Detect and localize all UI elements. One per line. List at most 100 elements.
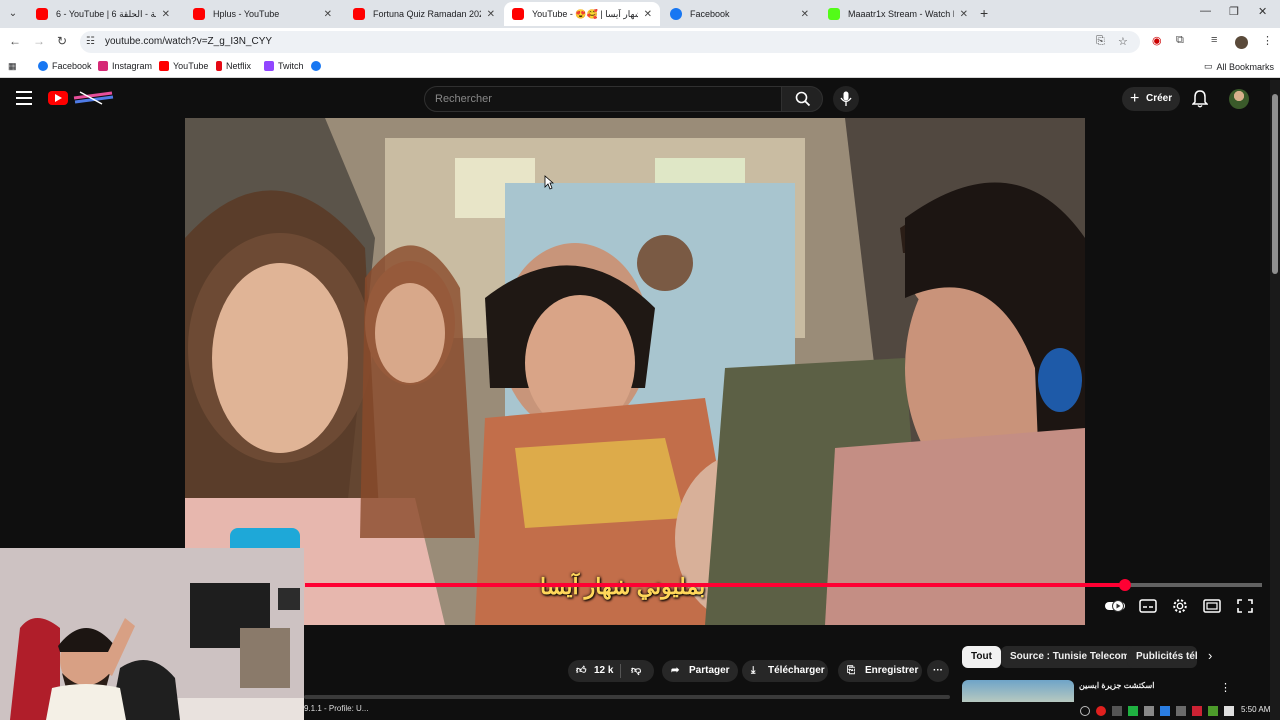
netflix-icon bbox=[216, 61, 222, 71]
tray-microphone-icon[interactable] bbox=[1224, 706, 1234, 716]
theater-mode-icon[interactable] bbox=[1203, 598, 1221, 614]
tray-app-icon[interactable] bbox=[1112, 706, 1122, 716]
site-info-icon[interactable]: ☷ bbox=[86, 36, 95, 47]
tab-search-chevron-icon[interactable]: ⌄ bbox=[4, 5, 22, 23]
close-window-icon[interactable]: ✕ bbox=[1258, 5, 1267, 18]
youtube-header: + Créer bbox=[0, 80, 1280, 118]
chip-source-tunisie-telecom[interactable]: Source : Tunisie Telecom bbox=[1001, 646, 1139, 668]
share-arrow-icon: ➦ bbox=[671, 665, 680, 676]
close-tab-icon[interactable]: ✕ bbox=[162, 9, 170, 20]
bookmark-facebook-2[interactable] bbox=[311, 61, 325, 71]
browser-tab[interactable]: Maaatr1x Stream - Watch Live o ✕ bbox=[820, 2, 976, 26]
save-bookmark-icon: ⎘ bbox=[847, 665, 855, 676]
browser-tab-active[interactable]: YouTube - 😍🥰 | بمليوني شهار آيسا ✕ bbox=[504, 2, 660, 26]
taskbar-clock: 5:50 AM bbox=[1241, 705, 1271, 714]
subtitles-icon[interactable] bbox=[1139, 598, 1157, 614]
search-icon bbox=[795, 91, 811, 107]
facebook-icon bbox=[670, 8, 682, 20]
search-input[interactable] bbox=[435, 93, 765, 105]
download-icon: ⤓ bbox=[751, 665, 756, 676]
autoplay-toggle-icon[interactable] bbox=[1104, 598, 1126, 614]
dislike-thumb-icon[interactable]: 👎︎ bbox=[631, 660, 641, 682]
download-button[interactable]: ⤓ Télécharger bbox=[742, 660, 828, 682]
youtube-logo-icon[interactable] bbox=[48, 91, 68, 105]
related-video-title[interactable]: اسكتشت جزيرة ابسين bbox=[1079, 681, 1154, 690]
create-button[interactable]: + Créer bbox=[1122, 87, 1180, 111]
back-icon[interactable]: ← bbox=[9, 34, 21, 48]
browser-toolbar: ← → ↻ ☷ youtube.com/watch?v=Z_g_I3N_CYY … bbox=[0, 28, 1280, 56]
scrollbar-thumb[interactable] bbox=[1272, 94, 1278, 274]
description-panel-edge bbox=[304, 695, 950, 699]
close-tab-icon[interactable]: ✕ bbox=[324, 9, 332, 20]
page-scrollbar[interactable] bbox=[1270, 80, 1280, 720]
tray-app-icon[interactable] bbox=[1192, 706, 1202, 716]
tray-app-icon[interactable] bbox=[1080, 706, 1090, 716]
chips-next-chevron-icon[interactable]: › bbox=[1208, 648, 1212, 663]
bookmark-instagram[interactable]: Instagram bbox=[98, 61, 152, 71]
bookmark-youtube[interactable]: YouTube bbox=[159, 61, 208, 71]
minimize-icon[interactable]: — bbox=[1200, 5, 1211, 17]
youtube-icon bbox=[353, 8, 365, 20]
related-more-icon[interactable]: ⋮ bbox=[1220, 681, 1231, 694]
video-progress-bar[interactable] bbox=[305, 579, 1262, 591]
bookmark-star-icon[interactable]: ☆ bbox=[1118, 35, 1128, 48]
tray-app-icon[interactable] bbox=[1160, 706, 1170, 716]
scrubber-handle[interactable] bbox=[1119, 579, 1132, 591]
settings-gear-icon[interactable] bbox=[1171, 598, 1189, 614]
tray-app-icon[interactable] bbox=[1208, 706, 1218, 716]
reload-icon[interactable]: ↻ bbox=[57, 34, 67, 48]
voice-search-button[interactable] bbox=[833, 86, 859, 112]
close-tab-icon[interactable]: ✕ bbox=[960, 9, 968, 20]
close-tab-icon[interactable]: ✕ bbox=[487, 9, 495, 20]
notifications-bell-icon[interactable] bbox=[1192, 90, 1208, 108]
tray-app-icon[interactable] bbox=[1144, 706, 1154, 716]
video-progress-fill bbox=[305, 583, 1126, 587]
all-bookmarks[interactable]: ▭ All Bookmarks bbox=[1204, 61, 1274, 72]
mouse-cursor-icon bbox=[544, 175, 554, 190]
browser-tab[interactable]: Hplus - YouTube ✕ bbox=[185, 2, 340, 26]
video-player[interactable]: بمليوني شهار آيسا bbox=[185, 118, 1085, 625]
extension-icon[interactable]: ◉ bbox=[1152, 34, 1162, 47]
bookmark-twitch[interactable]: Twitch bbox=[264, 61, 304, 71]
more-actions-icon[interactable]: ··· bbox=[927, 660, 949, 682]
fullscreen-icon[interactable] bbox=[1236, 598, 1254, 614]
search-box[interactable] bbox=[424, 86, 782, 112]
menu-hamburger-icon[interactable] bbox=[16, 91, 32, 105]
media-control-icon[interactable]: ≡ bbox=[1211, 34, 1217, 46]
twitch-icon bbox=[264, 61, 274, 71]
url-text: youtube.com/watch?v=Z_g_I3N_CYY bbox=[105, 36, 273, 47]
address-bar[interactable]: ☷ youtube.com/watch?v=Z_g_I3N_CYY ⎘ ☆ bbox=[80, 31, 1140, 53]
bookmark-facebook[interactable]: Facebook bbox=[38, 61, 92, 71]
browser-tab[interactable]: 6 - YouTube | طلوحة - الحلقة 6 ✕ bbox=[28, 2, 178, 26]
facebook-icon bbox=[38, 61, 48, 71]
tray-nvidia-icon[interactable] bbox=[1128, 706, 1138, 716]
related-video-thumbnail[interactable] bbox=[962, 680, 1074, 702]
forward-icon[interactable]: → bbox=[33, 34, 45, 48]
share-button[interactable]: ➦ Partager bbox=[662, 660, 738, 682]
kick-icon bbox=[828, 8, 840, 20]
bookmark-netflix[interactable]: Netflix bbox=[216, 61, 251, 71]
like-count[interactable]: 12 k bbox=[594, 660, 613, 682]
close-tab-icon[interactable]: ✕ bbox=[801, 9, 809, 20]
tray-recording-icon[interactable] bbox=[1096, 706, 1106, 716]
close-tab-icon[interactable]: ✕ bbox=[644, 9, 652, 20]
youtube-icon bbox=[36, 8, 48, 20]
install-app-icon[interactable]: ⎘ bbox=[1096, 35, 1105, 48]
new-tab-icon[interactable]: + bbox=[980, 5, 988, 21]
chrome-menu-icon[interactable]: ⋮ bbox=[1262, 34, 1273, 47]
profile-avatar[interactable] bbox=[1235, 36, 1248, 49]
chip-tv-ads[interactable]: Publicités télé bbox=[1127, 646, 1197, 668]
browser-tab[interactable]: Fortuna Quiz Ramadan 2023 - Y ✕ bbox=[345, 2, 503, 26]
youtube-doodle-logo[interactable] bbox=[72, 90, 114, 106]
search-button[interactable] bbox=[781, 86, 823, 112]
browser-tab[interactable]: Facebook ✕ bbox=[662, 2, 817, 26]
like-thumb-icon[interactable]: 👍︎ bbox=[576, 660, 586, 682]
account-avatar[interactable] bbox=[1229, 89, 1249, 109]
chip-all[interactable]: Tout bbox=[962, 646, 1001, 668]
like-dislike-group: 👍︎ 12 k 👎︎ bbox=[568, 660, 654, 682]
tray-app-icon[interactable] bbox=[1176, 706, 1186, 716]
apps-grid-icon[interactable]: ▦ bbox=[8, 61, 17, 72]
save-button[interactable]: ⎘ Enregistrer bbox=[838, 660, 922, 682]
restore-icon[interactable]: ❐ bbox=[1229, 5, 1239, 18]
extensions-puzzle-icon[interactable]: ⧉ bbox=[1176, 34, 1184, 47]
